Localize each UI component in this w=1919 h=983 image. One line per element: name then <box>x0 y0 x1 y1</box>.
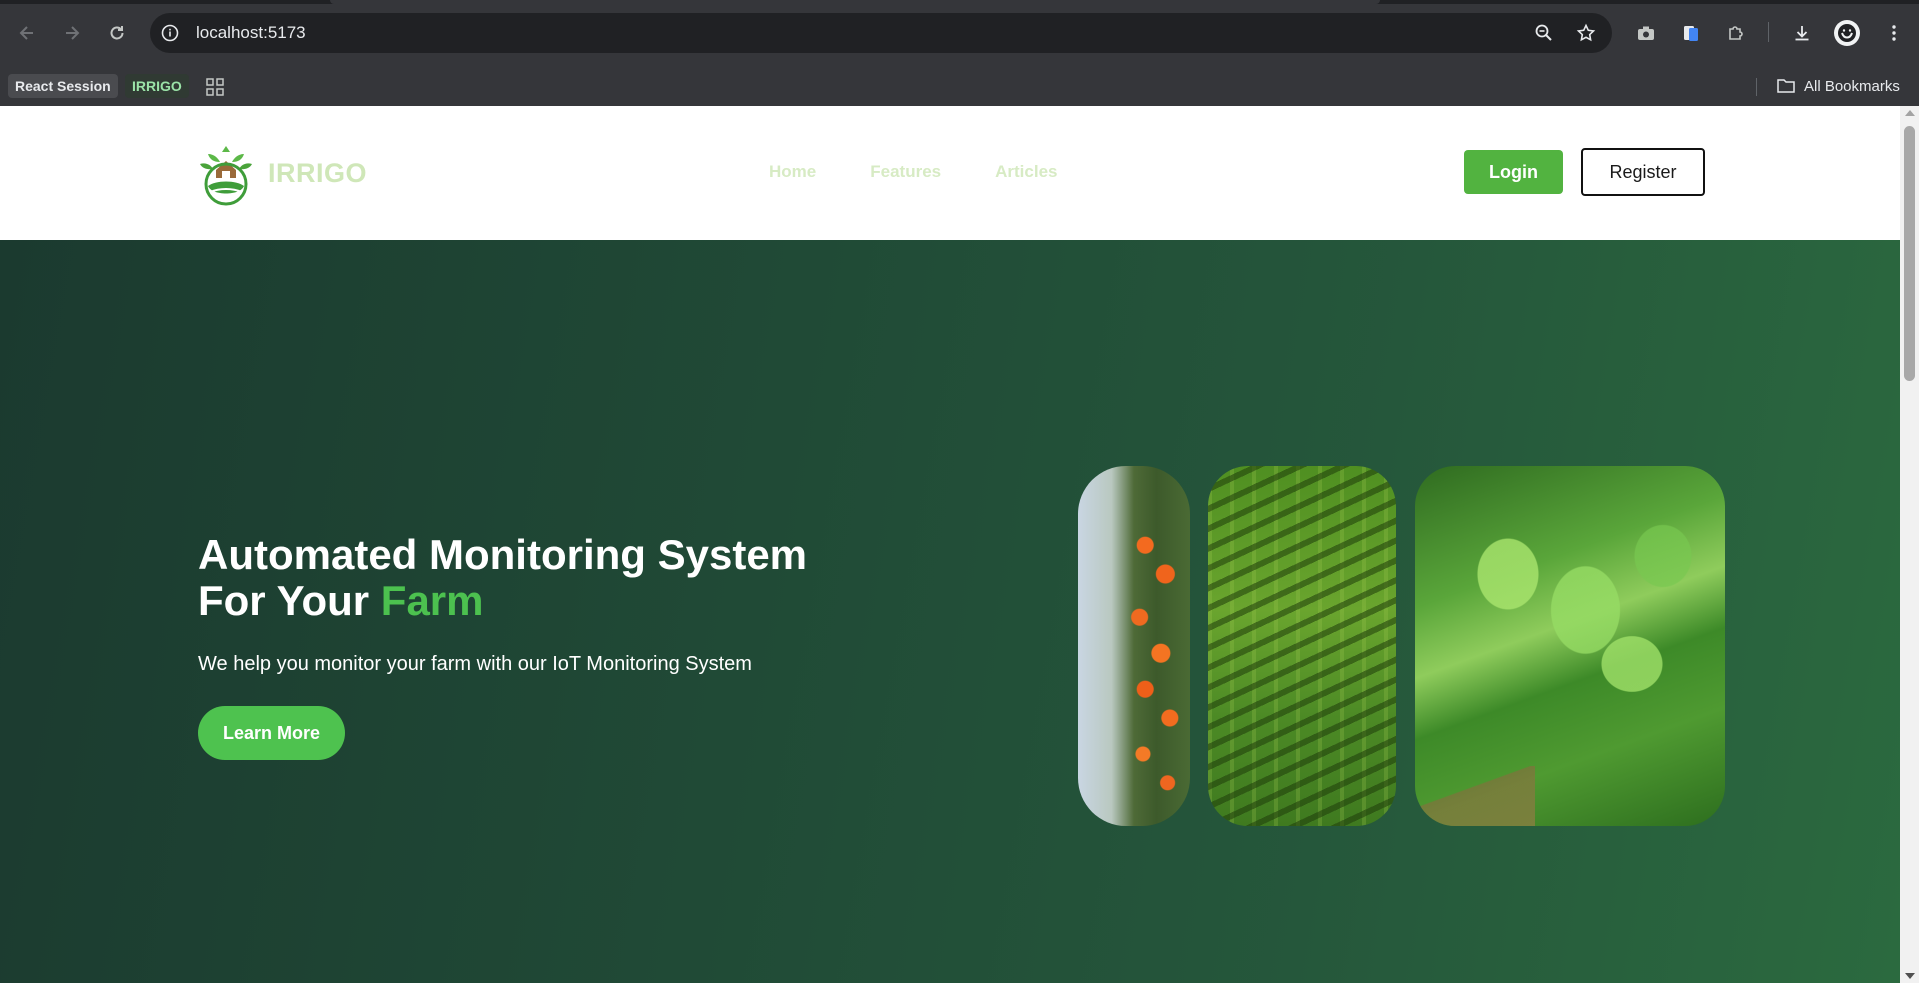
hero-title-accent: Farm <box>380 577 484 624</box>
arrow-left-icon <box>19 26 33 40</box>
address-bar[interactable]: localhost:5173 <box>150 13 1612 53</box>
site-header: IRRIGO Home Features Articles Login Regi… <box>0 106 1900 240</box>
folder-icon <box>1777 79 1795 93</box>
back-button[interactable] <box>10 16 44 50</box>
reload-icon <box>110 26 124 40</box>
extensions-puzzle-icon[interactable] <box>1724 21 1748 45</box>
hero-subtitle: We help you monitor your farm with our I… <box>198 653 752 675</box>
login-button[interactable]: Login <box>1464 150 1563 194</box>
scroll-down-arrow-icon[interactable] <box>1905 973 1915 979</box>
extension-docs-icon[interactable] <box>1679 21 1703 45</box>
forward-button[interactable] <box>55 16 89 50</box>
farm-logo-icon <box>200 146 252 206</box>
site-logo[interactable]: IRRIGO <box>190 140 367 206</box>
browser-menu-icon[interactable] <box>1882 21 1906 45</box>
nav-home[interactable]: Home <box>769 162 816 182</box>
hero-section: Automated Monitoring System For Your Far… <box>0 240 1900 983</box>
profile-avatar[interactable] <box>1834 20 1860 46</box>
all-bookmarks-button[interactable]: All Bookmarks <box>1776 74 1900 98</box>
bookmarks-bar: React Session IRRIGO All Bookmarks <box>0 66 1919 106</box>
bookmark-irrigo[interactable]: IRRIGO <box>125 74 189 98</box>
site-info-icon[interactable] <box>160 23 180 43</box>
active-tab-edge[interactable] <box>330 0 1380 4</box>
toolbar-separator <box>1768 22 1769 42</box>
bookmark-react-session[interactable]: React Session <box>8 74 118 98</box>
reload-button[interactable] <box>100 16 134 50</box>
url-text[interactable]: localhost:5173 <box>196 23 306 43</box>
page-viewport: IRRIGO Home Features Articles Login Regi… <box>0 106 1900 983</box>
bookmarks-separator <box>1756 78 1757 96</box>
profile-icon <box>1838 24 1856 42</box>
register-button[interactable]: Register <box>1581 148 1705 196</box>
zoom-icon[interactable] <box>1534 23 1554 43</box>
page-scrollbar[interactable] <box>1900 106 1919 983</box>
learn-more-button[interactable]: Learn More <box>198 706 345 760</box>
nav-articles[interactable]: Articles <box>995 162 1057 182</box>
soil-patch <box>1415 766 1535 826</box>
apps-grid-icon[interactable] <box>206 78 224 96</box>
scroll-up-arrow-icon[interactable] <box>1905 110 1915 116</box>
nav-features[interactable]: Features <box>870 162 941 182</box>
download-icon[interactable] <box>1790 21 1814 45</box>
hero-title: Automated Monitoring System For Your Far… <box>198 532 807 624</box>
lettuce-field-image <box>1415 466 1725 826</box>
hero-title-line2: For Your <box>198 577 381 624</box>
arrow-right-icon <box>66 26 80 40</box>
bookmark-star-icon[interactable] <box>1576 23 1596 43</box>
hero-title-line1: Automated Monitoring System <box>198 531 808 578</box>
terrace-field-image <box>1208 466 1396 826</box>
scrollbar-thumb[interactable] <box>1904 126 1915 381</box>
tab-strip <box>0 0 1919 4</box>
browser-toolbar: localhost:5173 <box>0 0 1919 66</box>
orange-tree-image <box>1078 466 1190 826</box>
all-bookmarks-label: All Bookmarks <box>1804 77 1900 95</box>
main-nav: Home Features Articles <box>769 162 1057 182</box>
brand-name: IRRIGO <box>268 157 368 188</box>
camera-icon[interactable] <box>1634 21 1658 45</box>
